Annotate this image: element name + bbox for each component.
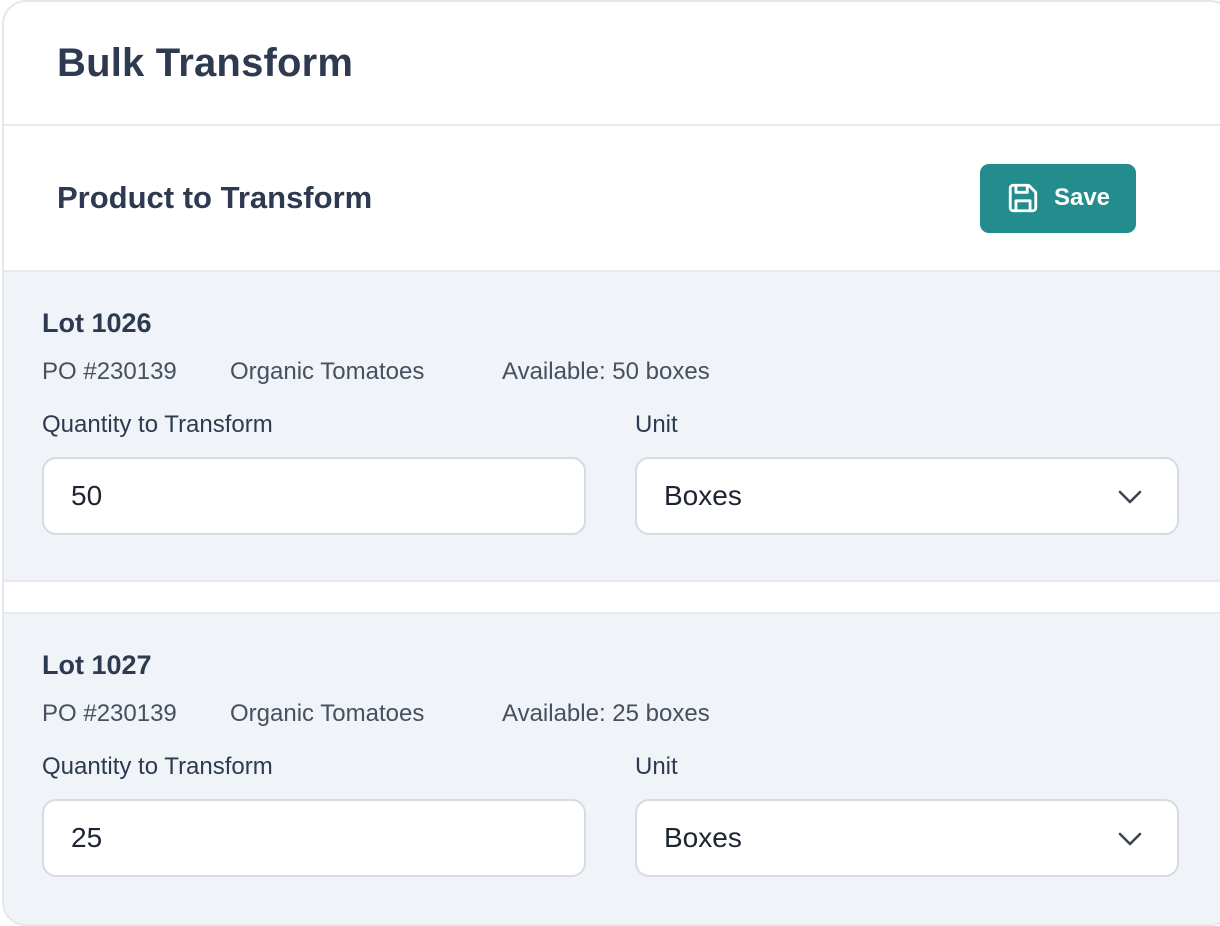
lot-title: Lot 1026 <box>42 308 152 338</box>
section-title: Product to Transform <box>57 180 373 215</box>
lot-meta: PO #230139 Organic Tomatoes Available: 5… <box>42 360 1220 384</box>
quantity-field: Quantity to Transform 25 <box>42 755 586 877</box>
lot-meta: PO #230139 Organic Tomatoes Available: 2… <box>42 702 1220 726</box>
chevron-down-icon <box>1117 480 1143 512</box>
unit-field: Unit Boxes <box>635 755 1179 877</box>
product-name: Organic Tomatoes <box>230 358 425 385</box>
lot-card: Lot 1027 PO #230139 Organic Tomatoes Ava… <box>4 612 1220 924</box>
product-name: Organic Tomatoes <box>230 700 425 727</box>
quantity-value: 25 <box>71 822 103 853</box>
unit-value: Boxes <box>664 822 742 853</box>
floppy-disk-icon <box>1006 181 1040 215</box>
save-button-label: Save <box>1053 184 1111 211</box>
lot-fields: Quantity to Transform 50 Unit Boxes <box>42 413 1220 535</box>
bulk-transform-card: Bulk Transform Product to Transform Save… <box>2 0 1220 926</box>
unit-select[interactable]: Boxes <box>635 799 1179 877</box>
page-title: Bulk Transform <box>57 40 354 85</box>
unit-label: Unit <box>635 411 678 438</box>
po-number: PO #230139 <box>42 700 177 727</box>
lot-card: Lot 1026 PO #230139 Organic Tomatoes Ava… <box>4 272 1220 582</box>
lot-divider <box>4 582 1220 612</box>
unit-value: Boxes <box>664 480 742 511</box>
quantity-field: Quantity to Transform 50 <box>42 413 586 535</box>
card-header: Bulk Transform <box>4 2 1220 126</box>
unit-select[interactable]: Boxes <box>635 457 1179 535</box>
quantity-input[interactable]: 25 <box>42 799 586 877</box>
quantity-label: Quantity to Transform <box>42 411 273 438</box>
available-quantity: Available: 25 boxes <box>502 700 710 727</box>
chevron-down-icon <box>1117 822 1143 854</box>
lot-fields: Quantity to Transform 25 Unit Boxes <box>42 755 1220 877</box>
unit-label: Unit <box>635 753 678 780</box>
available-quantity: Available: 50 boxes <box>502 358 710 385</box>
quantity-label: Quantity to Transform <box>42 753 273 780</box>
quantity-input[interactable]: 50 <box>42 457 586 535</box>
unit-field: Unit Boxes <box>635 413 1179 535</box>
section-header: Product to Transform Save <box>4 126 1220 272</box>
save-button[interactable]: Save <box>980 163 1136 233</box>
quantity-value: 50 <box>71 480 103 511</box>
lot-title: Lot 1027 <box>42 650 152 680</box>
po-number: PO #230139 <box>42 358 177 385</box>
